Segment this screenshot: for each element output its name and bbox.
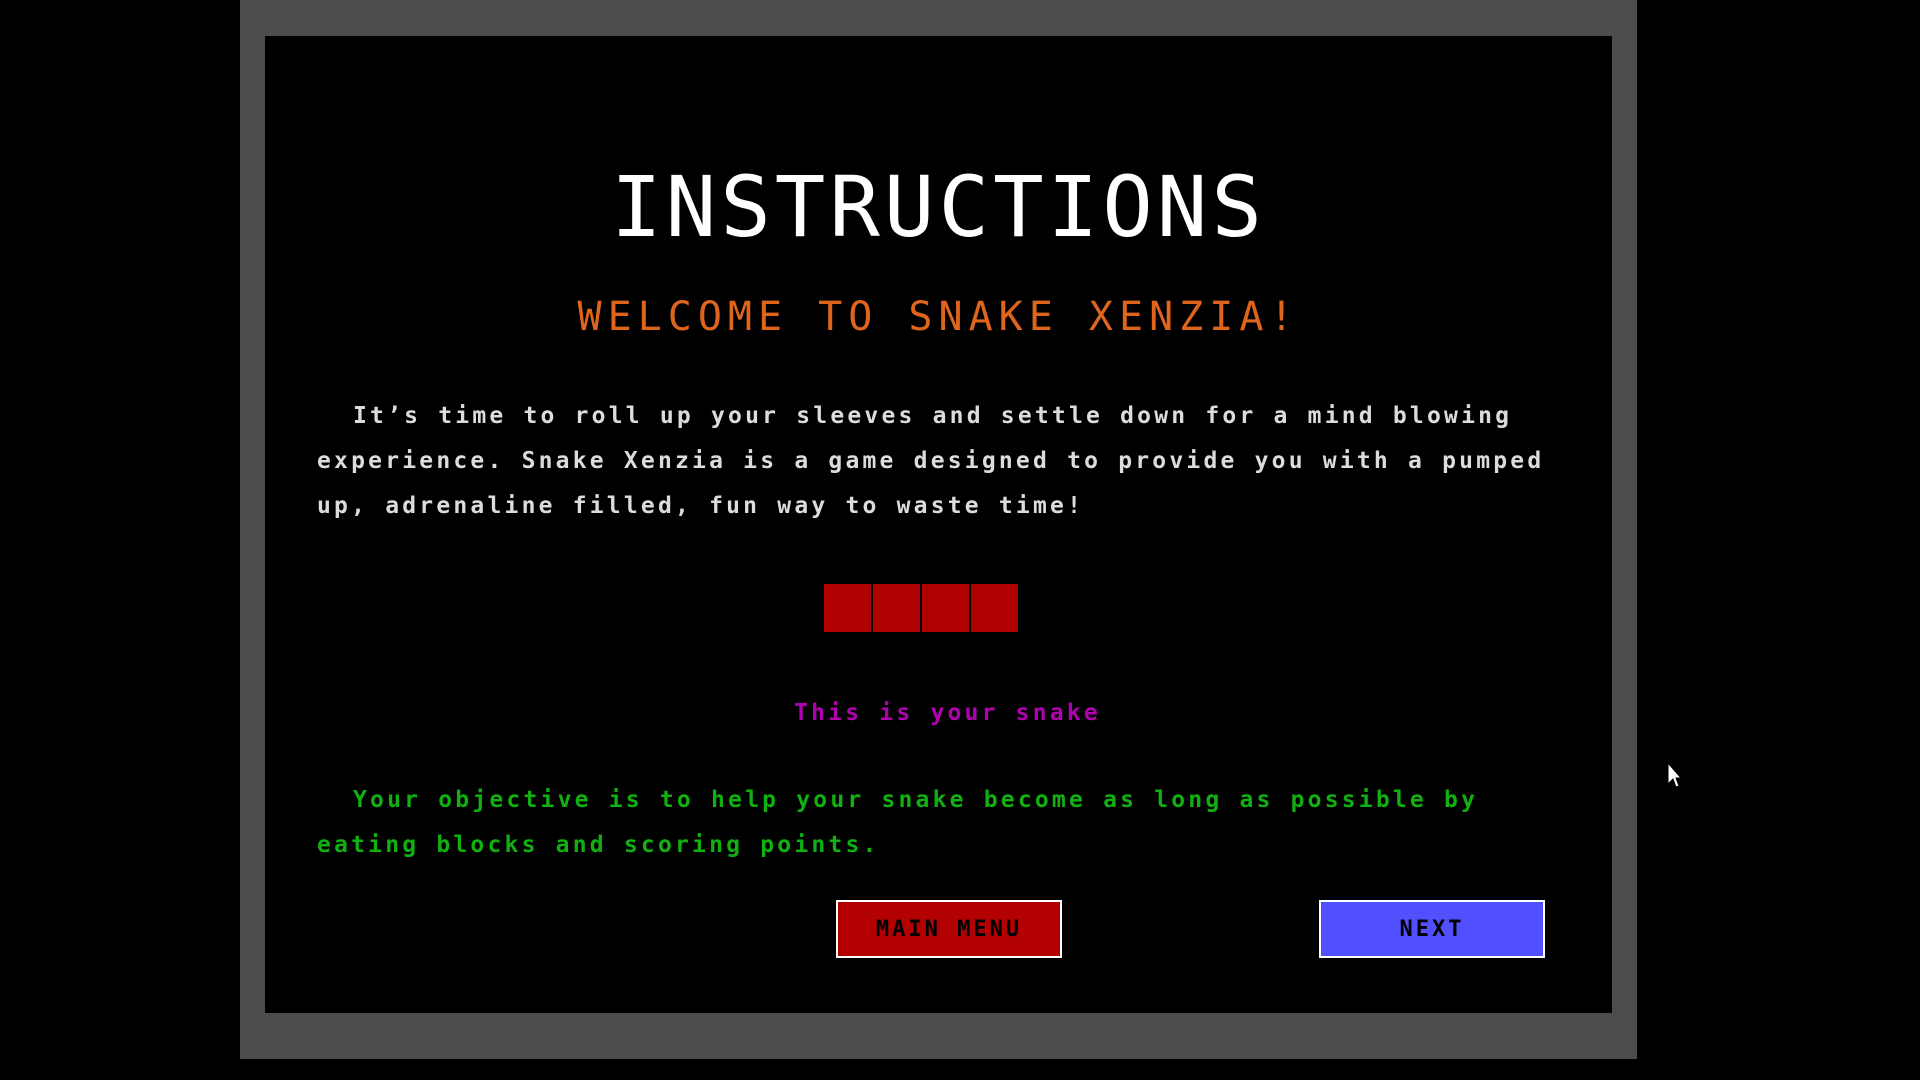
main-menu-button[interactable]: MAIN MENU <box>836 900 1062 958</box>
page-title: INSTRUCTIONS <box>611 158 1266 256</box>
instructions-screen: INSTRUCTIONS WELCOME TO SNAKE XENZIA! It… <box>265 36 1612 1013</box>
snake-caption: This is your snake <box>794 700 1101 726</box>
snake-segment <box>922 584 969 632</box>
snake-illustration <box>824 584 1018 632</box>
next-button[interactable]: NEXT <box>1319 900 1545 958</box>
objective-paragraph: Your objective is to help your snake bec… <box>317 787 1479 858</box>
welcome-heading: WELCOME TO SNAKE XENZIA! <box>577 294 1300 340</box>
snake-segment <box>971 584 1018 632</box>
snake-segment <box>873 584 920 632</box>
game-window: INSTRUCTIONS WELCOME TO SNAKE XENZIA! It… <box>0 0 1920 1080</box>
snake-segment <box>824 584 871 632</box>
screen-bezel: INSTRUCTIONS WELCOME TO SNAKE XENZIA! It… <box>240 0 1637 1059</box>
arrow-cursor-icon <box>1667 762 1681 788</box>
intro-paragraph: It’s time to roll up your sleeves and se… <box>317 403 1545 519</box>
